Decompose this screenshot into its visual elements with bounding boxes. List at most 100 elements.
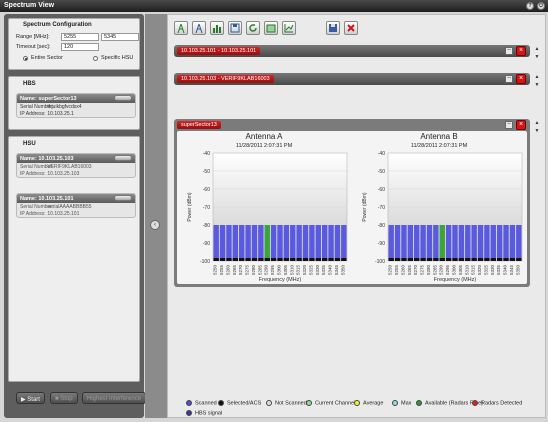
x-tick-label: 5310 — [289, 265, 294, 276]
hsu-card[interactable]: Name: 10.103.25.101 Serial Number: seria… — [16, 193, 136, 218]
hsu-name: 10.103.25.103 — [38, 156, 74, 162]
charts-area: Antenna A 11/28/2011 2:07:31 PM -40 -50 -60 -… — [177, 131, 527, 284]
minimize-icon[interactable]: – — [505, 75, 513, 83]
down-icon[interactable]: ▼ — [534, 81, 540, 89]
hsu-details-button[interactable] — [114, 195, 132, 201]
link-strip[interactable]: 10.103.25.103 - VERIF9KLAB16003 – × — [174, 73, 530, 85]
selected-marker — [407, 258, 414, 261]
close-icon[interactable]: × — [516, 46, 526, 56]
chart-subtitle: 11/28/2011 2:07:31 PM — [411, 143, 468, 149]
stop-button[interactable]: ■ Stop — [50, 392, 78, 404]
save-icon[interactable] — [228, 21, 242, 35]
hbs-details-button[interactable] — [114, 95, 132, 101]
x-tick-label: 5285 — [257, 265, 262, 276]
close-icon[interactable]: × — [516, 120, 526, 130]
y-tick-label: -80 — [378, 223, 385, 229]
x-tick-label: 5330 — [490, 265, 495, 276]
selected-marker — [328, 258, 334, 261]
window-title: Spectrum View — [4, 2, 55, 9]
hbs-name-label: Name: — [20, 96, 37, 102]
legend-item: Selected/ACS — [218, 400, 261, 406]
highest-interference-button[interactable]: Highest Interference — [82, 392, 147, 404]
close-red-icon[interactable] — [344, 21, 358, 35]
x-tick-label: 5345 — [509, 265, 514, 276]
selected-marker — [414, 258, 420, 261]
hsu-name-bar: Name: 10.103.25.103 — [17, 154, 135, 163]
hsu-card[interactable]: Name: 10.103.25.103 Serial Number: VERIF… — [16, 153, 136, 178]
legend-swatch — [354, 400, 360, 406]
spectrum-bar — [477, 225, 484, 258]
selected-marker — [321, 258, 328, 261]
chart-icon[interactable] — [210, 21, 224, 35]
legend-label: Max — [401, 400, 412, 407]
antenna-icon[interactable] — [174, 21, 188, 35]
strip-scroller[interactable]: ▲ ▼ — [534, 73, 540, 91]
hsu-details-button[interactable] — [114, 155, 132, 161]
hsu-heading: HSU — [23, 141, 36, 147]
down-icon[interactable]: ▼ — [534, 53, 540, 61]
spectrum-bar — [258, 225, 264, 258]
selected-marker — [394, 258, 401, 261]
x-tick-label: 5330 — [315, 265, 320, 276]
spectrum-bar — [394, 225, 401, 258]
collapse-icon[interactable]: ‹ — [150, 220, 160, 230]
down-icon[interactable]: ▼ — [534, 127, 540, 135]
selected-marker — [426, 258, 433, 261]
export-icon[interactable] — [264, 21, 278, 35]
range-from-input[interactable]: 5255 — [61, 33, 99, 41]
legend-swatch — [416, 400, 422, 406]
x-tick-label: 5320 — [302, 265, 307, 276]
antenna-alt-icon[interactable] — [192, 21, 206, 35]
hsu-ip-label: IP Address: — [20, 211, 46, 217]
power-icon[interactable]: ⏻ — [537, 2, 545, 10]
up-icon[interactable]: ▲ — [534, 73, 540, 81]
hbs-name-bar: Name: superSector13 — [17, 94, 135, 103]
timeout-input[interactable]: 120 — [61, 43, 99, 51]
up-icon[interactable]: ▲ — [534, 45, 540, 53]
right-panel: 10.103.25.101 - 10.103.25.101 – × ▲ ▼ 10.… — [167, 14, 546, 418]
grid-icon[interactable] — [282, 21, 296, 35]
spectrum-bar — [302, 225, 309, 258]
minimize-icon[interactable]: – — [505, 121, 513, 129]
sector-header[interactable]: superSector13 – × — [174, 119, 530, 131]
selected-marker — [309, 258, 315, 261]
x-tick-label: 5290 — [439, 265, 444, 276]
chart-subtitle: 11/28/2011 2:07:31 PM — [236, 143, 293, 149]
selected-marker — [420, 258, 426, 261]
spectrum-bar — [509, 225, 516, 258]
x-tick-label: 5340 — [503, 265, 508, 276]
help-icon[interactable]: ? — [526, 2, 534, 10]
spectrum-bar — [458, 225, 465, 258]
hsu-serial: serialAAAABBBB55 — [47, 204, 92, 210]
strip-scroller[interactable]: ▲ ▼ — [534, 45, 540, 63]
x-tick-label: 5310 — [464, 265, 469, 276]
selected-marker — [277, 258, 283, 261]
hsu-name-bar: Name: 10.103.25.101 — [17, 194, 135, 203]
legend: Scanned Selected/ACS Not Scanned Current Ch… — [178, 398, 543, 416]
legend-label: Selected/ACS — [227, 400, 262, 407]
link-strip[interactable]: 10.103.25.101 - 10.103.25.101 – × — [174, 45, 530, 57]
x-tick-label: 5350 — [515, 265, 520, 276]
hsu-ip-row: IP Address: 10.103.25.103 — [17, 170, 135, 177]
selected-marker — [490, 258, 496, 261]
disk-icon[interactable] — [326, 21, 340, 35]
up-icon[interactable]: ▲ — [534, 119, 540, 127]
hbs-card[interactable]: Name: superSector13 Serial Number: thjui… — [16, 93, 136, 118]
radio-specific-hsu[interactable] — [93, 56, 98, 61]
refresh-icon[interactable] — [246, 21, 260, 35]
spectrum-config-box: Spectrum Configuration Range [MHz]: 5255… — [8, 18, 140, 70]
selected-marker — [296, 258, 302, 261]
spectrum-bar — [245, 225, 251, 258]
radio-entire-sector[interactable] — [23, 56, 28, 61]
close-icon[interactable]: × — [516, 74, 526, 84]
panel-splitter[interactable]: ‹ — [145, 14, 167, 418]
range-to-input[interactable]: 5345 — [101, 33, 139, 41]
selected-marker — [232, 258, 239, 261]
spectrum-bar — [516, 225, 522, 258]
minimize-icon[interactable]: – — [505, 47, 513, 55]
y-tick-label: -100 — [375, 259, 385, 265]
panel-scroller[interactable]: ▲ ▼ — [534, 119, 540, 137]
selected-marker — [334, 258, 341, 261]
x-axis-label: Frequency (MHz) — [434, 277, 477, 283]
start-button[interactable]: ▶ Start — [16, 392, 45, 404]
